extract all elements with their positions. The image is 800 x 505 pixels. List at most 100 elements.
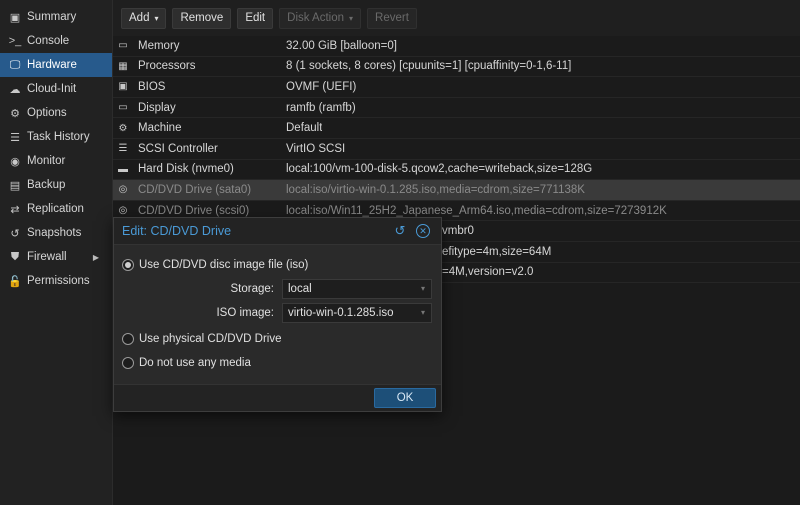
shield-icon: ⛊ [10, 250, 20, 263]
sidebar-item-firewall[interactable]: ⛊ Firewall ▶ [0, 245, 112, 269]
sidebar-item-task-history[interactable]: ☰ Task History [0, 125, 112, 149]
hardware-row-bios[interactable]: ▣ BIOS OVMF (UEFI) [113, 77, 800, 98]
summary-icon: ▣ [9, 11, 21, 24]
history-icon: ↺ [10, 227, 20, 240]
hardware-value: local:100/vm-100-disk-5.qcow2,cache=writ… [286, 163, 593, 176]
storage-select[interactable]: local ▾ [282, 279, 432, 299]
hardware-value: local:iso/Win11_25H2_Japanese_Arm64.iso,… [286, 204, 667, 217]
radio-option-iso[interactable]: Use CD/DVD disc image file (iso) [122, 257, 433, 273]
cdrom-icon: ◎ [118, 184, 128, 196]
hardware-value: =4M,version=v2.0 [442, 266, 534, 279]
dialog-footer: OK [114, 384, 441, 411]
revert-button-label: Revert [375, 12, 409, 24]
storage-value: local [288, 283, 312, 295]
edit-button[interactable]: Edit [237, 7, 274, 29]
eye-icon: ◉ [10, 155, 20, 168]
sidebar-item-permissions[interactable]: 🔓 Permissions [0, 269, 112, 293]
close-icon[interactable]: ✕ [416, 224, 430, 238]
sidebar-item-label: Backup [27, 179, 66, 191]
hardware-name: Memory [138, 39, 180, 52]
sidebar-item-console[interactable]: >_ Console [0, 29, 112, 53]
hardware-name: Hard Disk (nvme0) [138, 163, 234, 176]
reset-icon[interactable]: ↺ [393, 223, 407, 238]
disk-action-button[interactable]: Disk Action ▾ [279, 7, 362, 29]
sidebar-item-label: Permissions [27, 275, 90, 287]
sidebar-item-hardware[interactable]: 🖵 Hardware [0, 53, 112, 77]
console-icon: >_ [8, 35, 22, 47]
radio-option-none[interactable]: Do not use any media [122, 355, 433, 371]
iso-field-row: ISO image: virtio-win-0.1.285.iso ▾ [122, 303, 433, 323]
storage-field-row: Storage: local ▾ [122, 279, 433, 299]
hardware-value: 8 (1 sockets, 8 cores) [cpuunits=1] [cpu… [286, 60, 572, 73]
hardware-value: vmbr0 [442, 225, 474, 238]
database-icon: ☰ [118, 143, 128, 155]
desktop-icon: ▭ [118, 102, 128, 114]
sidebar-item-label: Snapshots [27, 227, 82, 239]
add-button-label: Add [129, 12, 150, 24]
hardware-value: local:iso/virtio-win-0.1.285.iso,media=c… [286, 183, 585, 196]
cdrom-icon: ◎ [118, 205, 128, 217]
sidebar-item-monitor[interactable]: ◉ Monitor [0, 149, 112, 173]
hardware-value: VirtIO SCSI [286, 142, 346, 155]
chip-icon: ▣ [118, 81, 128, 93]
hardware-value: efitype=4m,size=64M [442, 245, 552, 258]
unlock-icon: 🔓 [8, 275, 22, 288]
sidebar-item-label: Summary [27, 11, 77, 23]
chevron-down-icon: ▾ [349, 13, 354, 23]
sidebar-item-cloud-init[interactable]: ☁ Cloud-Init [0, 77, 112, 101]
ok-button[interactable]: OK [374, 388, 436, 408]
hardware-row-cdrom-sata0[interactable]: ◎ CD/DVD Drive (sata0) local:iso/virtio-… [113, 180, 800, 201]
chevron-down-icon: ▾ [154, 13, 159, 23]
hardware-row-machine[interactable]: ⚙ Machine Default [113, 118, 800, 139]
sidebar-item-label: Firewall [27, 251, 67, 263]
radio-physical[interactable] [122, 333, 134, 345]
sidebar-item-label: Task History [27, 131, 90, 143]
retweet-icon: ⇄ [10, 203, 20, 216]
radio-option-physical[interactable]: Use physical CD/DVD Drive [122, 331, 433, 347]
memory-icon: ▭ [118, 40, 128, 52]
expand-arrow-icon[interactable]: ▶ [93, 253, 99, 262]
hardware-name: CD/DVD Drive (sata0) [138, 183, 252, 196]
chevron-down-icon: ▾ [420, 308, 425, 317]
iso-image-label: ISO image: [216, 307, 274, 319]
cpu-icon: ▦ [118, 60, 128, 72]
hardware-value: ramfb (ramfb) [286, 101, 356, 114]
sidebar-item-replication[interactable]: ⇄ Replication [0, 197, 112, 221]
cogs-icon: ⚙ [118, 122, 128, 134]
hardware-row-hard-disk[interactable]: ▬ Hard Disk (nvme0) local:100/vm-100-dis… [113, 160, 800, 181]
chevron-down-icon: ▾ [420, 284, 425, 293]
hardware-name: Display [138, 101, 176, 114]
iso-image-select[interactable]: virtio-win-0.1.285.iso ▾ [282, 303, 432, 323]
sidebar-item-snapshots[interactable]: ↺ Snapshots [0, 221, 112, 245]
radio-none[interactable] [122, 357, 134, 369]
sidebar: ▣ Summary >_ Console 🖵 Hardware ☁ Cloud-… [0, 0, 113, 505]
edit-button-label: Edit [245, 12, 266, 24]
edit-cdrom-dialog: Edit: CD/DVD Drive ↺ ✕ Use CD/DVD disc i… [113, 217, 442, 412]
disk-action-button-label: Disk Action [287, 12, 345, 24]
hardware-row-processors[interactable]: ▦ Processors 8 (1 sockets, 8 cores) [cpu… [113, 57, 800, 78]
gear-icon: ⚙ [10, 107, 20, 120]
sidebar-item-options[interactable]: ⚙ Options [0, 101, 112, 125]
sidebar-item-label: Hardware [27, 59, 77, 71]
sidebar-item-summary[interactable]: ▣ Summary [0, 5, 112, 29]
hardware-row-scsi-controller[interactable]: ☰ SCSI Controller VirtIO SCSI [113, 139, 800, 160]
hardware-value: OVMF (UEFI) [286, 80, 357, 93]
add-button[interactable]: Add ▾ [121, 7, 167, 29]
monitor-icon: 🖵 [9, 58, 21, 71]
hdd-icon: ▬ [118, 163, 128, 175]
radio-physical-label: Use physical CD/DVD Drive [139, 333, 282, 345]
sidebar-item-backup[interactable]: ▤ Backup [0, 173, 112, 197]
revert-button[interactable]: Revert [367, 7, 417, 29]
radio-iso-label: Use CD/DVD disc image file (iso) [139, 259, 309, 271]
hardware-name: Processors [138, 60, 196, 73]
storage-label: Storage: [230, 283, 274, 295]
remove-button[interactable]: Remove [172, 7, 232, 29]
hardware-row-display[interactable]: ▭ Display ramfb (ramfb) [113, 98, 800, 119]
hardware-value: 32.00 GiB [balloon=0] [286, 39, 397, 52]
hardware-row-memory[interactable]: ▭ Memory 32.00 GiB [balloon=0] [113, 36, 800, 57]
list-icon: ☰ [10, 131, 20, 144]
hardware-name: CD/DVD Drive (scsi0) [138, 204, 250, 217]
hardware-value: Default [286, 122, 323, 135]
sidebar-item-label: Console [27, 35, 70, 47]
radio-iso[interactable] [122, 259, 134, 271]
